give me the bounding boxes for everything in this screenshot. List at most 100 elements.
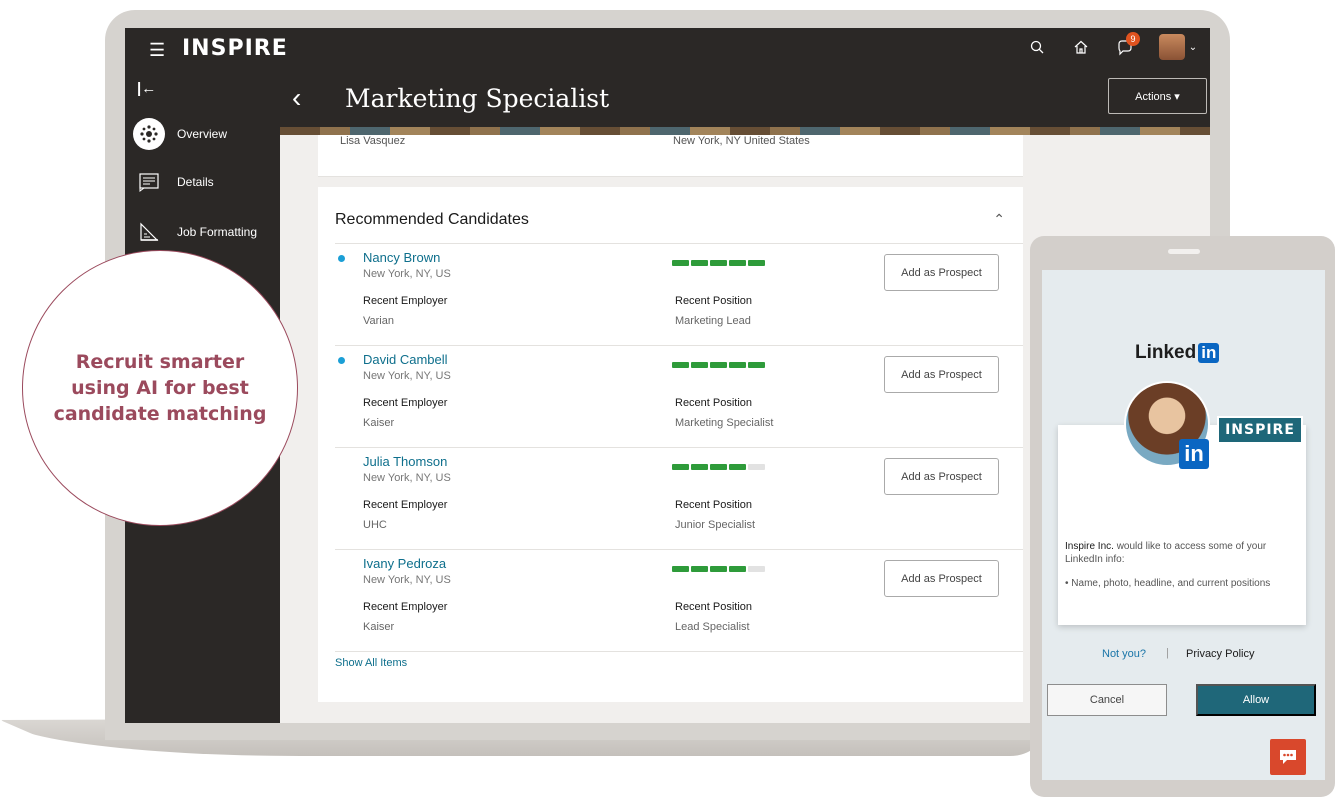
consent-message: Inspire Inc. would like to access some o…	[1065, 540, 1300, 566]
sidebar-item-label: Details	[177, 175, 214, 189]
recent-position-label: Recent Position	[675, 499, 753, 511]
recruiter-name: Lisa Vasquez	[340, 135, 406, 147]
match-score-segment	[729, 362, 746, 368]
cancel-button[interactable]: Cancel	[1047, 684, 1167, 716]
header-banner-image	[280, 127, 1210, 135]
linkedin-badge: in	[1179, 439, 1209, 469]
match-score-bars	[672, 464, 765, 470]
match-score-segment	[710, 566, 727, 572]
actions-button[interactable]: Actions ▾	[1108, 78, 1207, 114]
match-score-bars	[672, 566, 765, 572]
overview-icon	[133, 118, 165, 150]
candidate-name[interactable]: Nancy Brown	[363, 250, 440, 265]
match-score-bars	[672, 362, 765, 368]
recent-employer-label: Recent Employer	[363, 601, 448, 613]
recent-position-value: Lead Specialist	[675, 621, 750, 633]
match-score-segment	[748, 260, 765, 266]
sidebar-item-label: Overview	[177, 127, 228, 141]
match-score-segment	[710, 362, 727, 368]
add-as-prospect-button[interactable]: Add as Prospect	[884, 458, 999, 495]
add-as-prospect-button[interactable]: Add as Prospect	[884, 560, 999, 597]
recent-employer-label: Recent Employer	[363, 397, 448, 409]
new-candidate-dot	[338, 357, 345, 364]
sidebar-item-details[interactable]: Details	[133, 166, 214, 198]
sidebar-item-overview[interactable]: Overview	[133, 118, 227, 150]
tablet-frame: Linked in Inspire Inc. would like to acc…	[1030, 236, 1335, 797]
add-as-prospect-button[interactable]: Add as Prospect	[884, 356, 999, 393]
collapse-sidebar-icon[interactable]: |←	[137, 80, 156, 97]
back-icon[interactable]: ‹	[292, 82, 301, 114]
linkedin-logo: Linked in	[1135, 342, 1220, 364]
add-as-prospect-button[interactable]: Add as Prospect	[884, 254, 999, 291]
consent-permission: • Name, photo, headline, and current pos…	[1065, 578, 1271, 589]
match-score-segment	[748, 362, 765, 368]
match-score-segment	[672, 260, 689, 266]
recent-employer-value: UHC	[363, 519, 387, 531]
match-score-segment	[672, 464, 689, 470]
inspire-logo-tag: INSPIRE	[1217, 416, 1303, 444]
job-location: New York, NY United States	[673, 135, 810, 147]
match-score-segment	[691, 362, 708, 368]
home-icon[interactable]	[1068, 34, 1094, 60]
recent-position-label: Recent Position	[675, 295, 753, 307]
linkedin-logo-in: in	[1198, 343, 1220, 363]
brand-logo[interactable]: INSPIRE	[182, 36, 288, 61]
top-bar-icons: 9 ⌄	[1024, 32, 1200, 60]
candidate-location: New York, NY, US	[363, 268, 451, 280]
sidebar-item-job-formatting[interactable]: Job Formatting	[133, 216, 257, 248]
recent-employer-value: Varian	[363, 315, 394, 327]
candidate-name[interactable]: Ivany Pedroza	[363, 556, 446, 571]
marketing-callout: Recruit smarter using AI for best candid…	[22, 250, 298, 526]
top-bar: ☰ INSPIRE 9 ⌄	[125, 28, 1210, 72]
details-icon	[133, 166, 165, 198]
avatar	[1158, 34, 1185, 60]
collapse-section-icon[interactable]: ⌃	[993, 211, 1005, 228]
candidate-name[interactable]: Julia Thomson	[363, 454, 447, 469]
privacy-policy-link[interactable]: Privacy Policy	[1186, 648, 1254, 660]
table-row: Julia Thomson New York, NY, US Recent Em…	[335, 447, 1023, 549]
job-info-card: Lisa Vasquez New York, NY United States	[318, 135, 1023, 177]
page-title: Marketing Specialist	[345, 84, 610, 113]
match-score-segment	[710, 464, 727, 470]
match-score-segment	[729, 566, 746, 572]
callout-text: Recruit smarter using AI for best candid…	[53, 351, 267, 425]
recent-employer-label: Recent Employer	[363, 295, 448, 307]
match-score-segment	[710, 260, 727, 266]
tablet-camera	[1168, 249, 1200, 254]
chat-icon[interactable]	[1270, 739, 1306, 775]
match-score-segment	[729, 260, 746, 266]
recent-employer-value: Kaiser	[363, 417, 395, 429]
new-candidate-dot	[338, 255, 345, 262]
recent-employer-label: Recent Employer	[363, 499, 448, 511]
search-icon[interactable]	[1024, 34, 1050, 60]
job-formatting-icon	[133, 216, 165, 248]
table-row: Nancy Brown New York, NY, US Recent Empl…	[335, 243, 1023, 345]
show-all-items-link[interactable]: Show All Items	[335, 657, 407, 669]
match-score-segment	[691, 464, 708, 470]
recommended-candidates-card: Recommended Candidates ⌃ Nancy Brown New…	[318, 187, 1023, 702]
chevron-down-icon: ⌄	[1188, 41, 1198, 53]
hamburger-menu-icon[interactable]: ☰	[149, 40, 165, 61]
recent-employer-value: Kaiser	[363, 621, 395, 633]
linkedin-logo-text: Linked	[1135, 342, 1197, 363]
divider	[335, 651, 1023, 652]
candidate-location: New York, NY, US	[363, 370, 451, 382]
match-score-segment	[672, 566, 689, 572]
page-header: ‹ Marketing Specialist Actions ▾	[280, 72, 1210, 135]
match-score-segment	[748, 464, 765, 470]
recent-position-value: Junior Specialist	[675, 519, 756, 531]
notifications-icon[interactable]: 9	[1112, 32, 1140, 60]
candidate-name[interactable]: David Cambell	[363, 352, 448, 367]
notification-badge: 9	[1126, 32, 1140, 46]
not-you-link[interactable]: Not you?	[1102, 648, 1146, 660]
match-score-bars	[672, 260, 765, 266]
match-score-segment	[691, 566, 708, 572]
match-score-segment	[691, 260, 708, 266]
recent-position-value: Marketing Specialist	[675, 417, 774, 429]
sidebar-item-label: Job Formatting	[177, 225, 258, 239]
user-menu[interactable]: ⌄	[1156, 34, 1200, 60]
candidate-location: New York, NY, US	[363, 472, 451, 484]
link-separator: |	[1166, 647, 1169, 659]
allow-button[interactable]: Allow	[1196, 684, 1316, 716]
match-score-segment	[748, 566, 765, 572]
